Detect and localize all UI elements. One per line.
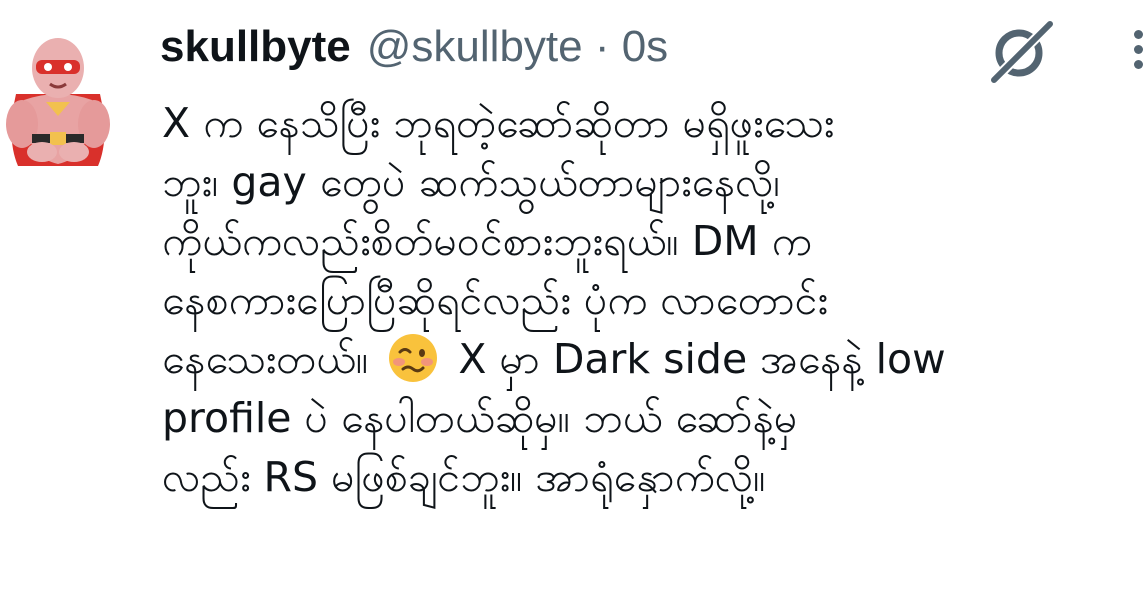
woozy-face-emoji bbox=[389, 334, 438, 382]
tweet-line-with-emoji: နေသေးတယ်။ X မှာ Dark side အနေနဲ့ low bbox=[162, 330, 1143, 389]
tweet-line: နေစကားပြောပြီဆိုရင်လည်း ပုံက လာတောင်း bbox=[162, 276, 828, 324]
tweet-line: လည်း RS မဖြစ်ချင်ဘူး။ အာရုံနှောက်လို့။ bbox=[162, 453, 766, 501]
tweet-header: skullbyte @skullbyte · 0s bbox=[160, 22, 668, 82]
tweet-text: X က နေသိပြီး ဘုရတဲ့ဆော်ဆိုတာ မရှိဖူးသေး … bbox=[162, 94, 1143, 507]
tweet-line: profile ပဲ နေပါတယ်ဆိုမှ။ ဘယ် ဆော်နဲ့မှ bbox=[162, 394, 798, 442]
tweet-line: X က နေသိပြီး ဘုရတဲ့ဆော်ဆိုတာ မရှိဖူးသေး bbox=[162, 99, 835, 147]
tweet-line-part: နေသေးတယ်။ bbox=[162, 335, 369, 383]
tweet-line: ကိုယ်ကလည်းစိတ်မဝင်စားဘူးရယ်။ DM က bbox=[162, 217, 812, 265]
grok-icon[interactable] bbox=[988, 18, 1054, 84]
more-options-icon[interactable] bbox=[1126, 30, 1143, 78]
display-name[interactable]: skullbyte bbox=[160, 22, 351, 72]
avatar-icon[interactable] bbox=[2, 28, 114, 170]
tweet-line-part: X မှာ Dark side အနေနဲ့ low bbox=[458, 335, 946, 383]
handle-and-time[interactable]: @skullbyte · 0s bbox=[367, 22, 668, 72]
tweet-line: ဘူး၊ gay တွေပဲ ဆက်သွယ်တာများနေလို့၊ bbox=[162, 158, 781, 206]
